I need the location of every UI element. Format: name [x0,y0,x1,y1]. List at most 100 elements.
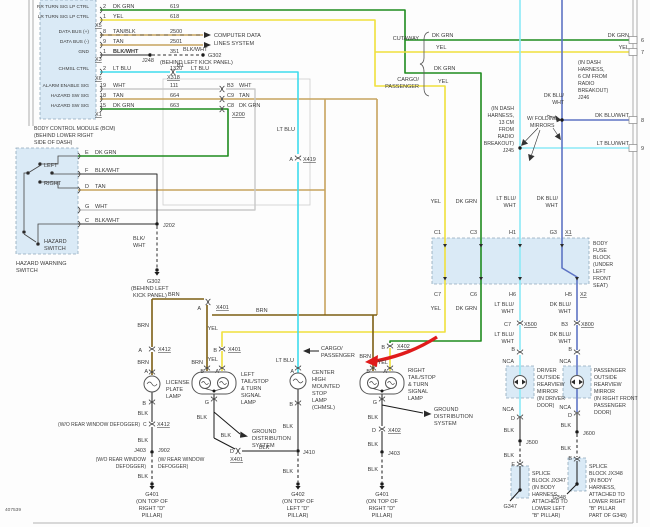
label-99: LT BLU [276,358,294,364]
label-19: GND [78,49,89,55]
label-126: LAMP [408,396,423,402]
label-285: BLOCK JX348 [589,471,623,477]
label-45: 664 [170,93,179,99]
label-107: A [383,369,387,375]
label-105: A [290,369,294,375]
label-101: A [144,369,148,375]
label-109: PLATE [166,387,183,393]
label-270: J600 [583,431,595,437]
label-282: LOWER LEFT [532,506,566,512]
label-227: BLOCK [593,255,611,261]
label-192: BREAKOUT) [578,88,609,94]
label-248: NCA [502,359,514,365]
label-84: BRN [256,308,268,314]
label-163: PILLAR) [288,513,309,519]
label-87: A [289,157,293,163]
label-111: LEFT [241,372,255,378]
label-212: WHT [503,203,516,209]
label-116: CENTER [312,370,335,376]
label-226: FUSE [593,248,607,254]
label-183: 7 [641,50,644,56]
label-3: 619 [170,4,179,10]
label-91: X401 [228,347,241,353]
label-225: BODY [593,241,608,247]
label-128: B [289,402,293,408]
label-80: KICK PANEL) [133,293,167,299]
label-152: DISTRIBUTION [252,436,291,442]
label-56: BODY CONTROL MODULE (BCM) [34,126,116,132]
label-229: LEFT [593,269,607,275]
label-41: WHT [239,83,252,89]
label-110: LAMP [166,394,181,400]
label-233: DK GRN [456,306,477,312]
label-256: PASSENGER [594,368,626,374]
label-49: 15 [100,103,106,109]
label-89: YEL [208,326,218,332]
label-151: GROUND [252,429,276,435]
label-273: E [511,462,515,468]
label-46: C9 [227,93,234,99]
label-181: YEL [436,45,446,51]
label-255: DOOR) [537,403,555,409]
label-197: 8 [641,118,644,124]
label-250: DRIVER [537,368,557,374]
wires-lt-blu-wht [519,0,633,416]
wires-tan [78,34,378,315]
label-221: C6 [470,292,477,298]
label-281: ATTACHED TO [532,499,568,505]
label-217: H1 [509,230,516,236]
label-286: (IN BODY [589,478,613,484]
label-103: B [200,369,204,375]
label-203: BREAKOUT) [484,141,515,147]
label-88: X419 [303,157,316,163]
label-223: H5 [565,292,572,298]
label-191: RADIO [578,81,594,87]
label-120: LAMP [312,398,327,404]
label-284: SPLICE [589,464,608,470]
passenger-mirror-motor [570,375,584,389]
label-200: 13 CM [499,120,514,126]
label-249: NCA [559,359,571,365]
label-161: (ON TOP OF [282,499,314,505]
label-245: DK BLU/ [550,332,572,338]
label-244: B [511,347,515,353]
label-133: C [143,422,147,428]
label-254: (IN DRIVER [537,396,565,402]
label-38: WHT [113,83,126,89]
label-228: (UNDER [593,262,613,268]
label-265: D [511,416,515,422]
label-144: BLK [138,474,149,480]
label-81: BRN [168,292,180,298]
label-230: FRONT [593,276,612,282]
label-156: BLK [259,445,270,451]
label-104: A [215,369,219,375]
label-199: HARNESS, [487,113,514,119]
label-121: (CHMSL) [312,405,335,411]
label-129: G [373,400,377,406]
label-137: BLK [138,438,149,444]
label-236: DK BLU/ [550,302,572,308]
label-269: J500 [526,440,538,446]
label-170: BLK [368,442,379,448]
label-232: YEL [431,306,441,312]
label-272: BLK [561,446,572,452]
label-283: "B" PILLAR) [532,513,560,519]
label-29: 2 [103,66,106,72]
label-260: (IN RIGHT FRONT [594,396,639,402]
label-66: DK GRN [95,150,116,156]
label-68: BLK/WHT [95,168,120,174]
label-201: FROM [499,127,514,133]
label-118: MOUNTED [312,384,340,390]
label-140: (W/O REAR WINDOW [96,457,147,463]
wires-lt-blu [100,71,299,373]
label-252: REARVIEW [537,382,565,388]
label-15: TAN [113,39,124,45]
label-162: LEFT "D" [287,506,310,512]
label-92: YEL [208,357,218,363]
label-164: BLK [368,415,379,421]
label-211: LT BLU/ [496,196,516,202]
label-20: 1 [103,49,106,55]
label-179: DK GRN [608,33,629,39]
label-1: 2 [103,4,106,10]
label-57: (BEHIND LOWER RIGHT [34,133,94,139]
